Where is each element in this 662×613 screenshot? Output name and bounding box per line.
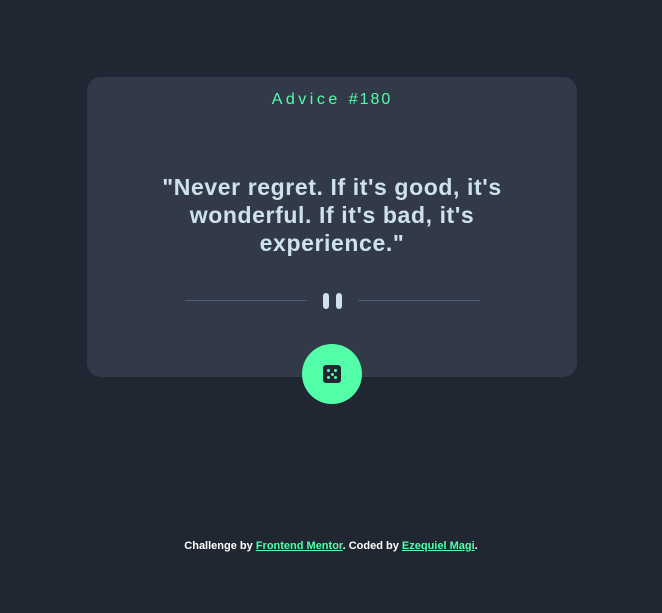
challenge-prefix: Challenge by	[184, 540, 253, 552]
pause-icon	[322, 293, 344, 309]
advice-number: #180	[348, 91, 393, 108]
divider-line-left	[185, 300, 307, 301]
pattern-divider	[185, 293, 480, 309]
advice-id: Advice #180	[87, 90, 577, 110]
advice-card: Advice #180 "Never regret. If it's good,…	[87, 77, 577, 377]
coded-prefix: . Coded by	[342, 540, 399, 552]
dice-icon	[323, 365, 341, 383]
advice-quote: "Never regret. If it's good, it's wonder…	[162, 174, 502, 256]
author-link[interactable]: Ezequiel Magi	[402, 540, 475, 552]
advice-label: Advice	[271, 91, 341, 108]
attribution-footer: Challenge by Frontend Mentor. Coded by E…	[0, 539, 662, 553]
divider-line-right	[358, 300, 480, 301]
generate-advice-button[interactable]	[302, 344, 362, 404]
footer-suffix: .	[474, 540, 478, 552]
frontend-mentor-link[interactable]: Frontend Mentor	[256, 540, 343, 552]
